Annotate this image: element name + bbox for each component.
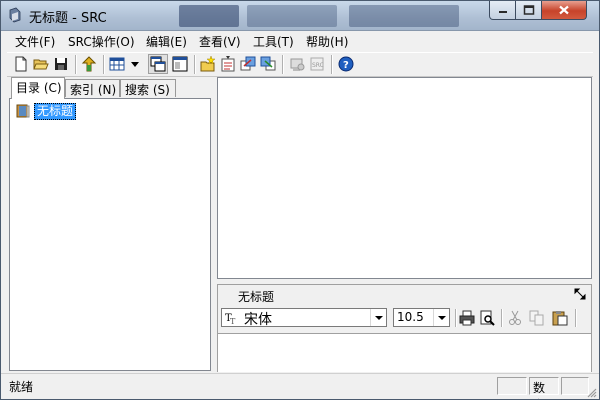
menu-file[interactable]: 文件(F): [15, 33, 55, 50]
tab-index[interactable]: 索引 (N): [65, 79, 120, 97]
status-num-mode: 数字: [529, 377, 559, 399]
toolbar: SRC ?: [7, 52, 593, 77]
disabled-tool-icon[interactable]: [289, 56, 305, 72]
menu-help[interactable]: 帮助(H): [306, 33, 348, 50]
toolbar-separator: [282, 55, 284, 74]
horizontal-splitter[interactable]: [217, 279, 592, 283]
maximize-icon: [523, 5, 534, 15]
toolbar-separator: [575, 309, 577, 327]
editor-pane: 无标题 TT 宋体 10.5: [217, 284, 592, 372]
close-button[interactable]: [541, 1, 587, 20]
open-folder-icon[interactable]: [33, 56, 49, 72]
font-name-select[interactable]: TT 宋体: [221, 308, 387, 328]
paste-icon[interactable]: [552, 310, 568, 326]
copy-icon[interactable]: [529, 310, 545, 326]
window-title: 无标题 - SRC: [29, 11, 107, 26]
title-bar[interactable]: 无标题 - SRC: [1, 1, 599, 31]
status-cell-empty: [497, 377, 527, 395]
grid-view-icon[interactable]: [109, 56, 125, 72]
toolbar-separator: [331, 55, 333, 74]
maximize-button[interactable]: [515, 1, 542, 20]
status-bar: 就绪 数字: [1, 373, 599, 399]
svg-text:?: ?: [343, 60, 349, 71]
upload-arrow-icon[interactable]: [81, 56, 97, 72]
menu-bar: 文件(F) SRC操作(O) 编辑(E) 查看(V) 工具(T) 帮助(H): [7, 31, 593, 51]
disabled-src-icon[interactable]: SRC: [309, 56, 325, 72]
contents-tree[interactable]: 无标题: [9, 98, 211, 371]
export-icon[interactable]: [240, 56, 256, 72]
import-icon[interactable]: [260, 56, 276, 72]
window-cascade-button[interactable]: [148, 54, 168, 74]
compile-icon[interactable]: [220, 56, 236, 72]
print-preview-icon[interactable]: [479, 310, 495, 326]
resize-grip-icon[interactable]: [585, 386, 597, 398]
menu-edit[interactable]: 编辑(E): [146, 33, 187, 50]
tree-node-label[interactable]: 无标题: [34, 103, 77, 120]
save-icon[interactable]: [53, 56, 69, 72]
editor-text-area[interactable]: [218, 333, 591, 372]
window-pane-icon[interactable]: [172, 56, 188, 72]
chevron-down-icon[interactable]: [370, 309, 386, 326]
truetype-font-icon: TT: [225, 313, 236, 325]
font-size-value: 10.5: [397, 310, 424, 324]
expand-icon[interactable]: [574, 288, 586, 300]
new-folder-star-icon[interactable]: [200, 56, 216, 72]
cut-icon[interactable]: [507, 310, 523, 326]
svg-text:SRC: SRC: [312, 62, 324, 69]
window-cascade-icon: [150, 56, 166, 72]
status-text: 就绪: [9, 380, 34, 394]
menu-src-operation[interactable]: SRC操作(O): [68, 33, 135, 50]
background-ghost: [179, 5, 239, 27]
minimize-icon: [498, 11, 507, 13]
toolbar-separator: [194, 55, 196, 74]
font-size-select[interactable]: 10.5: [393, 308, 450, 327]
dropdown-arrow-icon[interactable]: [129, 56, 141, 72]
svg-text:T: T: [230, 317, 236, 325]
chevron-down-icon[interactable]: [433, 309, 449, 326]
menu-tools[interactable]: 工具(T): [253, 33, 294, 50]
help-icon[interactable]: ?: [338, 56, 354, 72]
format-toolbar: TT 宋体 10.5: [218, 305, 591, 331]
toolbar-separator: [75, 55, 77, 74]
print-icon[interactable]: [459, 310, 475, 326]
background-ghost: [247, 5, 337, 27]
tab-contents[interactable]: 目录 (C): [11, 77, 65, 99]
content-pane[interactable]: [217, 77, 592, 279]
tab-search[interactable]: 搜索 (S): [120, 79, 176, 97]
app-icon: [9, 7, 21, 23]
minimize-button[interactable]: [489, 1, 516, 20]
editor-title: 无标题: [238, 290, 275, 304]
font-name-value: 宋体: [244, 312, 272, 328]
book-icon: [16, 104, 30, 118]
toolbar-separator: [103, 55, 105, 74]
toolbar-separator: [501, 309, 503, 327]
menu-view[interactable]: 查看(V): [199, 33, 241, 50]
new-file-icon[interactable]: [13, 56, 29, 72]
main-window: 无标题 - SRC 文件(F) SRC操作(O) 编辑(E) 查看(V) 工具(…: [0, 0, 600, 400]
left-tab-strip: 目录 (C) 索引 (N) 搜索 (S): [9, 77, 211, 99]
toolbar-separator: [455, 309, 457, 327]
left-panel: 目录 (C) 索引 (N) 搜索 (S) 无标题: [9, 77, 211, 371]
background-ghost: [349, 5, 459, 27]
close-icon: [559, 5, 569, 15]
